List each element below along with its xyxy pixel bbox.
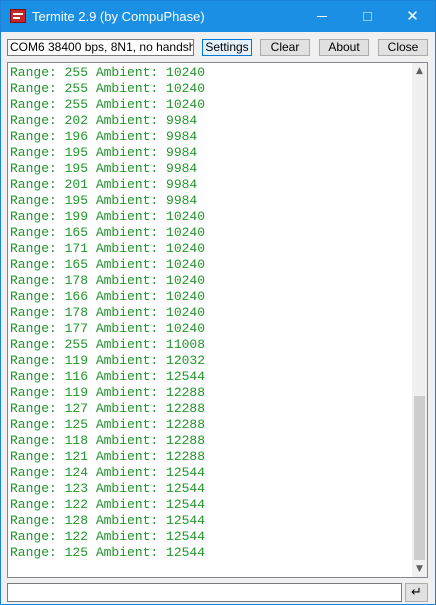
minimize-icon bbox=[316, 16, 327, 17]
terminal-line: Range: 118 Ambient: 12288 bbox=[10, 433, 206, 448]
clear-button[interactable]: Clear bbox=[260, 39, 310, 56]
terminal-line: Range: 116 Ambient: 12544 bbox=[10, 369, 206, 384]
window-title: Termite 2.9 (by CompuPhase) bbox=[32, 9, 205, 24]
terminal-line: Range: 255 Ambient: 10240 bbox=[10, 97, 206, 112]
terminal-line: Range: 201 Ambient: 9984 bbox=[10, 177, 198, 192]
scrollbar-thumb[interactable] bbox=[414, 396, 425, 560]
minimize-button[interactable] bbox=[299, 1, 344, 32]
enter-icon: ↵ bbox=[411, 585, 422, 600]
terminal-line: Range: 171 Ambient: 10240 bbox=[10, 241, 206, 256]
maximize-button[interactable] bbox=[345, 1, 390, 32]
terminal-line: Range: 255 Ambient: 10240 bbox=[10, 81, 206, 96]
terminal-line: Range: 125 Ambient: 12544 bbox=[10, 545, 206, 560]
terminal-line: Range: 121 Ambient: 12288 bbox=[10, 449, 206, 464]
terminal-line: Range: 195 Ambient: 9984 bbox=[10, 145, 198, 160]
terminal-line: Range: 128 Ambient: 12544 bbox=[10, 513, 206, 528]
terminal-line: Range: 165 Ambient: 10240 bbox=[10, 225, 206, 240]
terminal-line: Range: 122 Ambient: 12544 bbox=[10, 497, 206, 512]
terminal-line: Range: 165 Ambient: 10240 bbox=[10, 257, 206, 272]
terminal-line: Range: 124 Ambient: 12544 bbox=[10, 465, 206, 480]
terminal-line: Range: 125 Ambient: 12288 bbox=[10, 417, 206, 432]
port-status-field[interactable]: COM6 38400 bps, 8N1, no handshake bbox=[7, 39, 194, 56]
terminal-line: Range: 123 Ambient: 12544 bbox=[10, 481, 206, 496]
terminal-line: Range: 119 Ambient: 12032 bbox=[10, 353, 206, 368]
terminal-line: Range: 119 Ambient: 12288 bbox=[10, 385, 206, 400]
terminal-line: Range: 122 Ambient: 12544 bbox=[10, 529, 206, 544]
toolbar: COM6 38400 bps, 8N1, no handshake Settin… bbox=[1, 32, 435, 62]
title-bar[interactable]: Termite 2.9 (by CompuPhase) ✕ bbox=[1, 1, 435, 32]
terminal-line: Range: 255 Ambient: 10240 bbox=[10, 65, 206, 80]
close-icon: ✕ bbox=[406, 7, 419, 25]
terminal-output[interactable]: Range: 255 Ambient: 10240 Range: 255 Ambi… bbox=[7, 62, 428, 578]
vertical-scrollbar[interactable]: ▲ ▼ bbox=[412, 63, 427, 577]
terminal-line: Range: 127 Ambient: 12288 bbox=[10, 401, 206, 416]
scroll-down-icon[interactable]: ▼ bbox=[412, 561, 427, 577]
termite-window: Termite 2.9 (by CompuPhase) ✕ COM6 38400… bbox=[0, 0, 436, 605]
terminal-lines: Range: 255 Ambient: 10240 Range: 255 Ambi… bbox=[10, 65, 205, 561]
terminal-line: Range: 177 Ambient: 10240 bbox=[10, 321, 206, 336]
maximize-icon bbox=[363, 12, 372, 21]
command-row: ↵ bbox=[1, 581, 435, 603]
send-button[interactable]: ↵ bbox=[405, 583, 428, 602]
terminal-line: Range: 178 Ambient: 10240 bbox=[10, 273, 206, 288]
terminal-line: Range: 178 Ambient: 10240 bbox=[10, 305, 206, 320]
settings-button[interactable]: Settings bbox=[202, 39, 252, 56]
terminal-line: Range: 195 Ambient: 9984 bbox=[10, 193, 198, 208]
terminal-line: Range: 195 Ambient: 9984 bbox=[10, 161, 198, 176]
about-button[interactable]: About bbox=[319, 39, 369, 56]
window-close-button[interactable]: ✕ bbox=[390, 1, 435, 32]
terminal-line: Range: 166 Ambient: 10240 bbox=[10, 289, 206, 304]
close-button[interactable]: Close bbox=[378, 39, 428, 56]
command-input[interactable] bbox=[7, 583, 402, 602]
terminal-line: Range: 202 Ambient: 9984 bbox=[10, 113, 198, 128]
terminal-line: Range: 196 Ambient: 9984 bbox=[10, 129, 198, 144]
scroll-up-icon[interactable]: ▲ bbox=[412, 63, 427, 79]
terminal-line: Range: 255 Ambient: 11008 bbox=[10, 337, 206, 352]
terminal-line: Range: 199 Ambient: 10240 bbox=[10, 209, 206, 224]
termite-app-icon[interactable] bbox=[10, 9, 26, 23]
